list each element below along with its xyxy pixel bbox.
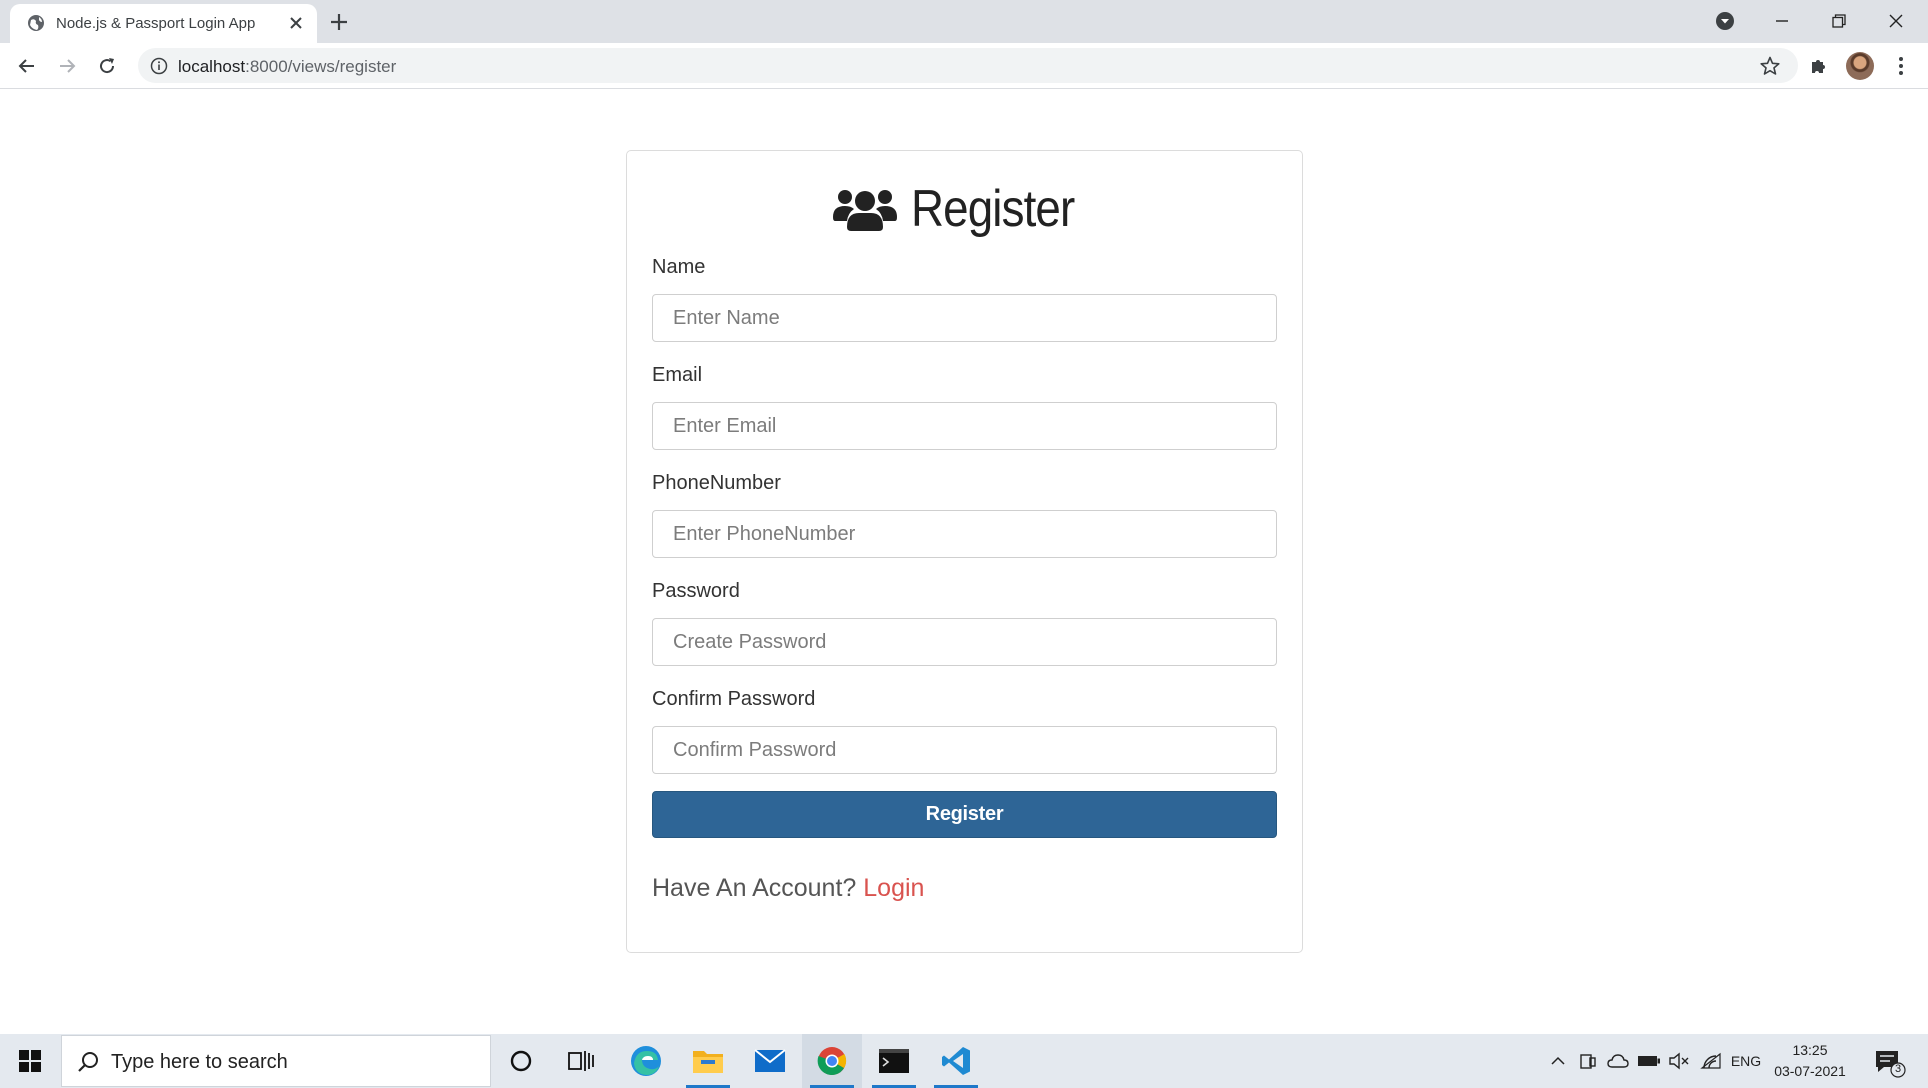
- terminal-app[interactable]: [864, 1034, 924, 1088]
- wifi-icon: [1700, 1052, 1721, 1069]
- taskbar-search-box[interactable]: Type here to search: [61, 1035, 491, 1087]
- confirm-password-label: Confirm Password: [652, 688, 816, 710]
- restore-button[interactable]: [1816, 6, 1862, 36]
- arrow-left-icon: [18, 59, 34, 73]
- terminal-icon: [879, 1049, 909, 1073]
- search-placeholder: Type here to search: [111, 1051, 288, 1073]
- action-center-button[interactable]: 3: [1872, 1045, 1906, 1079]
- vscode-icon: [942, 1047, 970, 1075]
- onedrive-button[interactable]: [1603, 1034, 1633, 1088]
- phone-field: PhoneNumber: [652, 472, 1277, 558]
- login-link[interactable]: Login: [863, 874, 924, 902]
- phone-label: PhoneNumber: [652, 472, 781, 494]
- extensions-button[interactable]: [1806, 53, 1832, 79]
- battery-button[interactable]: [1634, 1034, 1664, 1088]
- url-path: :8000/views/register: [245, 57, 397, 76]
- browser-toolbar: localhost:8000/views/register: [0, 43, 1928, 89]
- browser-tab-strip: Node.js & Passport Login App: [0, 0, 1928, 43]
- browser-tab-active[interactable]: Node.js & Passport Login App: [10, 4, 317, 43]
- volume-muted-icon: [1669, 1052, 1689, 1070]
- chevron-up-icon: [1551, 1056, 1565, 1065]
- start-button[interactable]: [0, 1034, 60, 1088]
- device-icon: [1580, 1054, 1596, 1069]
- browser-menu-button[interactable]: [1888, 53, 1914, 79]
- confirm-password-field: Confirm Password: [652, 688, 1277, 774]
- close-icon: [1889, 14, 1903, 28]
- back-button[interactable]: [11, 50, 43, 82]
- cortana-circle-icon: [510, 1050, 532, 1072]
- clock-time: 13:25: [1792, 1042, 1828, 1058]
- email-field: Email: [652, 364, 1277, 450]
- folder-icon: [693, 1051, 723, 1073]
- task-view-icon: [568, 1051, 594, 1071]
- edge-app[interactable]: [616, 1034, 676, 1088]
- password-field: Password: [652, 580, 1277, 666]
- have-account-text: Have An Account?: [652, 874, 857, 902]
- notification-count: 3: [1894, 1063, 1902, 1075]
- reload-button[interactable]: [91, 50, 123, 82]
- forward-button[interactable]: [51, 50, 83, 82]
- profile-avatar[interactable]: [1846, 52, 1874, 80]
- register-button[interactable]: Register: [652, 791, 1277, 838]
- users-icon: [832, 190, 897, 231]
- name-field: Name: [652, 256, 1277, 342]
- url-text[interactable]: localhost:8000/views/register: [178, 57, 396, 77]
- wifi-button[interactable]: [1696, 1034, 1726, 1088]
- battery-icon: [1638, 1056, 1660, 1066]
- cortana-button[interactable]: [491, 1034, 551, 1088]
- page-viewport: Register Name Email PhoneNumber Password…: [0, 90, 1928, 1034]
- vscode-app[interactable]: [926, 1034, 986, 1088]
- tray-device-button[interactable]: [1574, 1034, 1602, 1088]
- edge-browser-icon: [631, 1046, 661, 1076]
- mail-app[interactable]: [740, 1034, 800, 1088]
- volume-button[interactable]: [1664, 1034, 1694, 1088]
- address-bar[interactable]: localhost:8000/views/register: [138, 48, 1798, 83]
- bookmark-star-icon[interactable]: [1759, 55, 1781, 77]
- file-explorer-app[interactable]: [678, 1034, 738, 1088]
- register-heading: Register: [627, 179, 1302, 239]
- more-vertical-icon: [1899, 57, 1903, 75]
- name-label: Name: [652, 256, 706, 278]
- clock-date: 03-07-2021: [1774, 1063, 1846, 1079]
- info-icon[interactable]: [150, 57, 168, 75]
- search-icon: [78, 1052, 98, 1072]
- restore-icon: [1832, 14, 1846, 28]
- password-input[interactable]: [652, 618, 1277, 666]
- chrome-icon: [817, 1047, 847, 1076]
- language-indicator[interactable]: ENG: [1728, 1034, 1764, 1088]
- task-view-button[interactable]: [551, 1034, 611, 1088]
- new-tab-icon[interactable]: [326, 9, 352, 35]
- mail-icon: [754, 1049, 786, 1072]
- globe-icon: [28, 15, 44, 31]
- tab-search-button[interactable]: [1702, 6, 1748, 36]
- windows-logo-icon: [19, 1050, 41, 1072]
- reload-icon: [100, 58, 115, 74]
- email-input[interactable]: [652, 402, 1277, 450]
- cloud-icon: [1607, 1054, 1629, 1068]
- language-label: ENG: [1730, 1053, 1762, 1069]
- minimize-icon: [1776, 20, 1788, 22]
- tab-title: Node.js & Passport Login App: [56, 15, 256, 32]
- taskbar: Type here to search ENG 13:25 03-07-2021…: [0, 1034, 1928, 1088]
- email-label: Email: [652, 364, 703, 386]
- url-host: localhost: [178, 57, 246, 76]
- have-account-line: Have An Account? Login: [652, 874, 924, 903]
- phone-input[interactable]: [652, 510, 1277, 558]
- chevron-down-circle-icon: [1716, 12, 1734, 30]
- minimize-button[interactable]: [1759, 6, 1805, 36]
- name-input[interactable]: [652, 294, 1277, 342]
- close-window-button[interactable]: [1873, 6, 1919, 36]
- page-title: Register: [910, 180, 1075, 238]
- show-hidden-icons-button[interactable]: [1544, 1034, 1572, 1088]
- confirm-password-input[interactable]: [652, 726, 1277, 774]
- chrome-app[interactable]: [802, 1034, 862, 1088]
- clock[interactable]: 13:25 03-07-2021: [1768, 1040, 1852, 1082]
- close-tab-icon[interactable]: [286, 13, 306, 33]
- register-card: Register Name Email PhoneNumber Password…: [626, 150, 1303, 953]
- arrow-right-icon: [60, 59, 76, 73]
- puzzle-piece-icon: [1812, 60, 1825, 73]
- password-label: Password: [652, 580, 740, 602]
